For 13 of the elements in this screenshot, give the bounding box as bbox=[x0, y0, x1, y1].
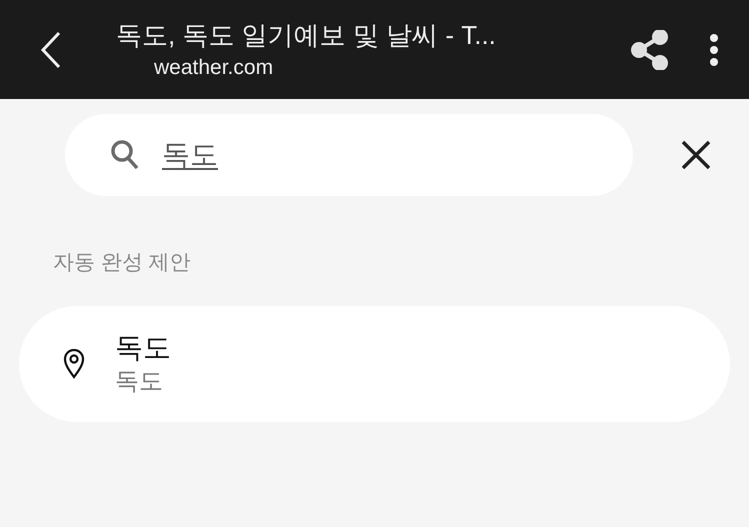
close-icon bbox=[681, 140, 711, 170]
section-label: 자동 완성 제안 bbox=[53, 250, 191, 276]
more-icon bbox=[709, 32, 719, 66]
page-title: 독도, 독도 일기예보 및 날씨 - T... bbox=[116, 18, 497, 52]
search-field[interactable]: 독도 bbox=[65, 114, 633, 196]
suggestion-item[interactable]: 독도 독도 bbox=[19, 306, 730, 422]
suggestion-title: 독도 bbox=[115, 331, 171, 365]
location-pin-icon bbox=[63, 349, 85, 379]
share-icon bbox=[631, 30, 669, 70]
back-icon bbox=[40, 30, 62, 68]
search-icon bbox=[110, 139, 140, 171]
suggestion-subtitle: 독도 bbox=[115, 367, 164, 397]
page-url: weather.com bbox=[154, 54, 274, 80]
